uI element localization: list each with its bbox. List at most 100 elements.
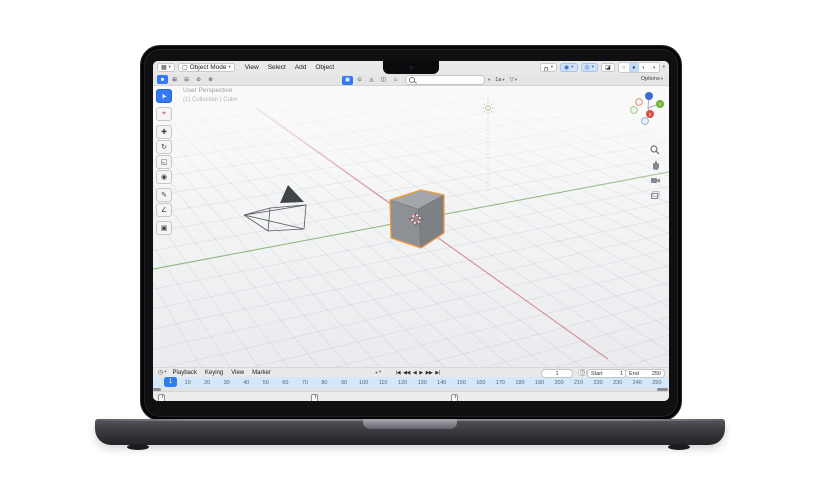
tool-add-cube[interactable]: ▣	[156, 221, 172, 235]
tool-rotate[interactable]: ↻	[156, 140, 172, 154]
shading-rendered[interactable]: ◑	[649, 63, 659, 72]
show-overlays-toggle[interactable]: ◎ ▾	[580, 63, 599, 72]
shading-mode-group: ○ ● ◐ ◑	[617, 62, 660, 73]
filter-toggle-5[interactable]: ⌂	[390, 76, 401, 85]
start-value: 1	[619, 370, 623, 377]
playhead[interactable]: 1	[164, 376, 177, 387]
playback-controls: |◀ ◀◀ ◀ ▶ ▶▶ ▶|	[396, 370, 440, 376]
filter-funnel-dropdown[interactable]: ▽ ▾	[508, 77, 520, 83]
jump-to-end-button[interactable]: ▶|	[435, 370, 440, 376]
next-keyframe-button[interactable]: ▶▶	[426, 370, 433, 376]
frame-tick-label: 50	[262, 379, 269, 386]
zoom-icon[interactable]	[650, 145, 660, 155]
snap-button[interactable]: Ω ▾	[540, 63, 558, 72]
options-label: Options	[640, 76, 660, 82]
prev-keyframe-button[interactable]: ◀◀	[403, 370, 410, 376]
filter-toggle-1[interactable]: ▣	[342, 75, 353, 85]
chevron-down-icon: ▾	[514, 76, 518, 82]
auto-key-button[interactable]: ● ▾	[373, 370, 383, 376]
play-reverse-button[interactable]: ◀	[413, 370, 417, 376]
webcam-icon	[409, 66, 413, 69]
select-mode-intersect[interactable]: ⊗	[205, 75, 216, 84]
filter-icon: ◬	[369, 77, 374, 83]
xray-toggle[interactable]: ◪	[601, 63, 615, 72]
viewport-3d[interactable]: User Perspective (1) Collection | Cube ➤…	[153, 85, 669, 367]
tool-annotate[interactable]: ✎	[156, 188, 172, 202]
select-mode-invert[interactable]: ⊘	[193, 75, 204, 84]
perspective-toggle-icon[interactable]	[650, 190, 660, 200]
laptop-lid: ▦ ▾ ▢ Object Mode ▾ View Select Add Object …	[140, 45, 682, 421]
tool-move[interactable]: ✚	[156, 125, 172, 139]
camera-object[interactable]	[243, 185, 307, 232]
timeline-menu-item[interactable]: Playback	[173, 370, 197, 376]
shading-wireframe[interactable]: ○	[619, 63, 629, 72]
select-mode-extend[interactable]: ⊞	[169, 75, 180, 84]
frame-tick-label: 160	[476, 379, 486, 386]
start-frame-field[interactable]: Start 1	[587, 369, 627, 378]
shading-material[interactable]: ◐	[639, 63, 649, 72]
search-icon	[409, 77, 415, 83]
shading-sphere-icon: ◐	[642, 64, 646, 71]
tool-icon: ◱	[160, 159, 168, 166]
gizmo-x-label: X	[648, 112, 651, 117]
navigation-gizmo[interactable]: Y X	[629, 87, 669, 143]
end-label: End	[629, 370, 639, 377]
select-mode-set[interactable]: ■	[157, 75, 168, 84]
tool-select-box[interactable]: ➤	[156, 89, 172, 103]
lid-scoop	[363, 419, 457, 429]
search-input[interactable]	[417, 77, 481, 83]
gizmo-y-label: Y	[658, 102, 661, 107]
object-mode-icon: ▢	[181, 64, 188, 71]
filter-toggle-3[interactable]: ◬	[366, 76, 377, 85]
show-gizmo-toggle[interactable]: ◉ ▾	[560, 63, 578, 72]
current-frame-field[interactable]: 1	[541, 369, 573, 378]
light-object[interactable]	[482, 93, 494, 191]
timeline-menu-item[interactable]: View	[231, 370, 244, 376]
tool-scale[interactable]: ◱	[156, 155, 172, 169]
tool-measure[interactable]: ∠	[156, 203, 172, 217]
chevron-down-icon: ▾	[502, 76, 505, 82]
menu-item[interactable]: Select	[268, 64, 286, 71]
timeline-menu-item[interactable]: Marker	[252, 370, 271, 376]
shading-solid[interactable]: ●	[628, 63, 639, 72]
cube-object[interactable]	[389, 189, 445, 249]
gizmo-z-axis	[645, 92, 653, 100]
use-preview-range-button[interactable]: ◷	[578, 369, 587, 376]
chevron-down-icon: ▾	[168, 64, 171, 70]
filter-toggle-2[interactable]: ⊙	[354, 76, 365, 85]
tool-cursor[interactable]: ⌖	[156, 107, 172, 121]
timeline-editor-button[interactable]: ◷ ▾	[156, 370, 169, 376]
laptop-base	[95, 419, 725, 445]
frame-tick-label: 140	[437, 379, 447, 386]
mouse-right-hint-icon	[451, 394, 458, 401]
frame-tick-label: 190	[534, 379, 545, 386]
end-frame-field[interactable]: End 250	[625, 369, 665, 378]
chevron-down-icon: ▾	[488, 76, 491, 82]
chevron-down-icon: ▾	[379, 369, 382, 375]
play-button[interactable]: ▶	[419, 370, 423, 376]
menu-item[interactable]: Add	[295, 64, 307, 71]
menu-item[interactable]: Object	[315, 64, 334, 71]
menubar: View Select Add Object	[245, 64, 334, 71]
sort-dropdown[interactable]: 1a ▾	[493, 77, 506, 83]
filter-bar: ▣ ⊙ ◬ ◫ ⌂ ▾ 1a ▾ ▽ ▾	[342, 75, 519, 85]
shading-sphere-icon: ●	[632, 64, 636, 71]
tool-icon: ↻	[161, 144, 167, 151]
display-dropdown[interactable]: ▾	[486, 76, 492, 83]
camera-view-icon[interactable]	[650, 175, 660, 185]
clock-icon: ◷	[579, 369, 586, 376]
pan-hand-icon[interactable]	[650, 160, 660, 170]
filter-toggle-4[interactable]: ◫	[378, 76, 389, 85]
viewport-toolbar: ➤ ⌖ ✚ ↻ ◱ ◉ ✎ ∠ ▣	[156, 89, 172, 235]
menu-item[interactable]: View	[245, 64, 259, 71]
frame-tick-label: 170	[495, 379, 505, 386]
select-mode-subtract[interactable]: ⊟	[181, 75, 192, 84]
editor-type-button[interactable]: ▦ ▾	[157, 63, 175, 72]
jump-to-start-button[interactable]: |◀	[396, 370, 401, 376]
timeline-menu-item[interactable]: Keying	[205, 370, 223, 376]
tool-icon: ✎	[161, 192, 167, 199]
mode-dropdown[interactable]: ▢ Object Mode ▾	[177, 63, 235, 72]
options-dropdown[interactable]: Options ▾	[639, 76, 665, 82]
tool-transform[interactable]: ◉	[156, 170, 172, 184]
laptop-foot	[668, 444, 690, 450]
